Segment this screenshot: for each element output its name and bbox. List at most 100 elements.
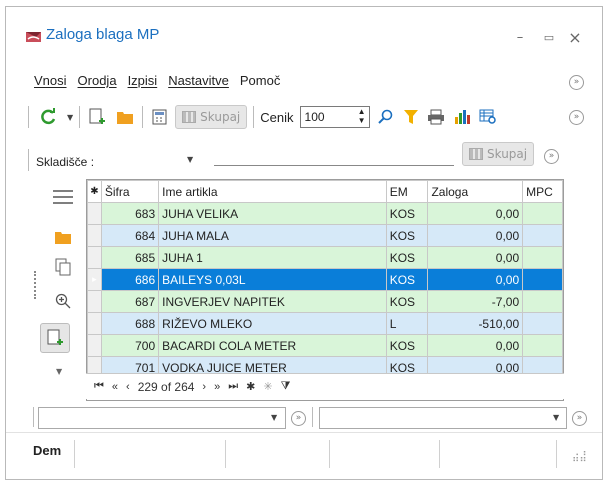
- menu-expand-icon[interactable]: »: [569, 75, 584, 90]
- cancel-record-icon[interactable]: ✳: [263, 380, 272, 393]
- filter-row-icon[interactable]: ⧩: [281, 380, 291, 393]
- menu-vnosi[interactable]: Vnosi: [34, 73, 67, 91]
- column-header-mpc[interactable]: MPC: [522, 180, 563, 203]
- row-indicator[interactable]: [87, 246, 102, 269]
- refresh-dropdown-icon[interactable]: ▼: [67, 113, 73, 122]
- table-row[interactable]: 700 BACARDI COLA METER KOS 0,00: [87, 334, 563, 357]
- folder-icon[interactable]: [51, 225, 75, 249]
- right-combo[interactable]: [319, 407, 567, 429]
- open-folder-icon[interactable]: [114, 105, 136, 129]
- table-search-icon[interactable]: [478, 105, 498, 129]
- maximize-button[interactable]: ▭: [541, 31, 557, 45]
- row-indicator[interactable]: ▸: [87, 268, 102, 291]
- cell-mpc[interactable]: [522, 246, 563, 269]
- cell-mpc[interactable]: [522, 290, 563, 313]
- last-page-icon[interactable]: ⏭: [228, 380, 238, 393]
- splitter-grip[interactable]: [34, 271, 36, 299]
- table-row[interactable]: ▸ 686 BAILEYS 0,03L KOS 0,00: [87, 268, 563, 291]
- copy-icon[interactable]: [51, 255, 75, 279]
- hamburger-menu-icon[interactable]: [51, 185, 75, 209]
- first-page-icon[interactable]: ⏮: [94, 380, 104, 393]
- filter-expand-icon[interactable]: »: [544, 149, 559, 164]
- toolbar-expand-icon[interactable]: »: [569, 110, 584, 125]
- cell-em[interactable]: KOS: [385, 290, 429, 313]
- add-row-button[interactable]: [40, 323, 70, 353]
- row-indicator[interactable]: [87, 202, 102, 225]
- table-row[interactable]: 684 JUHA MALA KOS 0,00: [87, 224, 563, 247]
- column-header-ime-artikla[interactable]: Ime artikla: [158, 180, 387, 203]
- row-indicator[interactable]: [87, 224, 102, 247]
- cell-em[interactable]: L: [385, 312, 429, 335]
- table-row[interactable]: 683 JUHA VELIKA KOS 0,00: [87, 202, 563, 225]
- spinner-arrows-icon[interactable]: ▲ ▼: [358, 107, 366, 125]
- next-page-icon[interactable]: »: [214, 381, 220, 393]
- cell-em[interactable]: KOS: [385, 334, 429, 357]
- cell-sifra[interactable]: 685: [100, 246, 160, 269]
- left-combo-dropdown-icon[interactable]: ▼: [271, 413, 277, 422]
- menu-izpisi[interactable]: Izpisi: [128, 73, 158, 91]
- cell-zaloga[interactable]: 0,00: [427, 202, 524, 225]
- cell-zaloga[interactable]: 0,00: [427, 334, 524, 357]
- row-indicator[interactable]: [87, 290, 102, 313]
- more-tools-icon[interactable]: ▼: [56, 367, 62, 376]
- minimize-button[interactable]: –: [512, 31, 528, 45]
- prev-page-icon[interactable]: «: [112, 381, 118, 393]
- filter-icon[interactable]: [402, 105, 420, 129]
- cell-zaloga[interactable]: 0,00: [427, 246, 524, 269]
- column-header-zaloga[interactable]: Zaloga: [427, 180, 524, 203]
- cell-sifra[interactable]: 688: [100, 312, 160, 335]
- search-icon[interactable]: [376, 105, 396, 129]
- right-combo-expand-icon[interactable]: »: [572, 411, 587, 426]
- resize-grip-icon[interactable]: ⠠⠰ ⠶⠶: [572, 449, 587, 465]
- left-combo[interactable]: [38, 407, 286, 429]
- zoom-in-icon[interactable]: [51, 289, 75, 313]
- column-header-em[interactable]: EM: [385, 180, 429, 203]
- cell-ime-artikla[interactable]: JUHA MALA: [158, 224, 387, 247]
- new-document-icon[interactable]: [86, 105, 108, 129]
- cell-sifra[interactable]: 686: [100, 268, 160, 291]
- cell-mpc[interactable]: [522, 334, 563, 357]
- skladisce-input[interactable]: [214, 165, 454, 166]
- cell-mpc[interactable]: [522, 312, 563, 335]
- cell-sifra[interactable]: 687: [100, 290, 160, 313]
- refresh-icon[interactable]: [35, 105, 61, 129]
- skladisce-skupaj-button[interactable]: Skupaj: [462, 142, 535, 166]
- next-record-icon[interactable]: ›: [202, 381, 206, 393]
- right-combo-dropdown-icon[interactable]: ▼: [553, 413, 559, 422]
- cell-em[interactable]: KOS: [385, 246, 429, 269]
- cell-sifra[interactable]: 700: [100, 334, 160, 357]
- cell-em[interactable]: KOS: [385, 268, 429, 291]
- cell-mpc[interactable]: [522, 268, 563, 291]
- cell-ime-artikla[interactable]: RIŽEVO MLEKO: [158, 312, 387, 335]
- print-icon[interactable]: [426, 105, 446, 129]
- cell-ime-artikla[interactable]: BAILEYS 0,03L: [158, 268, 387, 291]
- cenik-spinner[interactable]: 100 ▲ ▼: [299, 106, 370, 128]
- menu-nastavitve[interactable]: Nastavitve: [168, 73, 229, 91]
- table-row[interactable]: 687 INGVERJEV NAPITEK KOS -7,00: [87, 290, 563, 313]
- cell-ime-artikla[interactable]: JUHA 1: [158, 246, 387, 269]
- insert-record-icon[interactable]: ✱: [246, 380, 255, 393]
- row-indicator[interactable]: [87, 312, 102, 335]
- cell-em[interactable]: KOS: [385, 224, 429, 247]
- calculator-icon[interactable]: [149, 105, 169, 129]
- header-star-icon[interactable]: ✱: [87, 180, 102, 203]
- cell-zaloga[interactable]: 0,00: [427, 268, 524, 291]
- cell-em[interactable]: KOS: [385, 202, 429, 225]
- table-row[interactable]: 688 RIŽEVO MLEKO L -510,00: [87, 312, 563, 335]
- row-indicator[interactable]: [87, 334, 102, 357]
- prev-record-icon[interactable]: ‹: [126, 381, 130, 393]
- cell-sifra[interactable]: 683: [100, 202, 160, 225]
- left-combo-expand-icon[interactable]: »: [291, 411, 306, 426]
- skladisce-dropdown-icon[interactable]: ▼: [187, 155, 193, 164]
- chart-icon[interactable]: [452, 105, 472, 129]
- column-header-sifra[interactable]: Šifra: [100, 180, 160, 203]
- cell-zaloga[interactable]: -7,00: [427, 290, 524, 313]
- cell-zaloga[interactable]: 0,00: [427, 224, 524, 247]
- cell-sifra[interactable]: 684: [100, 224, 160, 247]
- table-row[interactable]: 685 JUHA 1 KOS 0,00: [87, 246, 563, 269]
- close-button[interactable]: ×: [567, 30, 583, 46]
- skupaj-button[interactable]: Skupaj: [175, 105, 248, 129]
- cell-ime-artikla[interactable]: INGVERJEV NAPITEK: [158, 290, 387, 313]
- cell-ime-artikla[interactable]: BACARDI COLA METER: [158, 334, 387, 357]
- cell-mpc[interactable]: [522, 202, 563, 225]
